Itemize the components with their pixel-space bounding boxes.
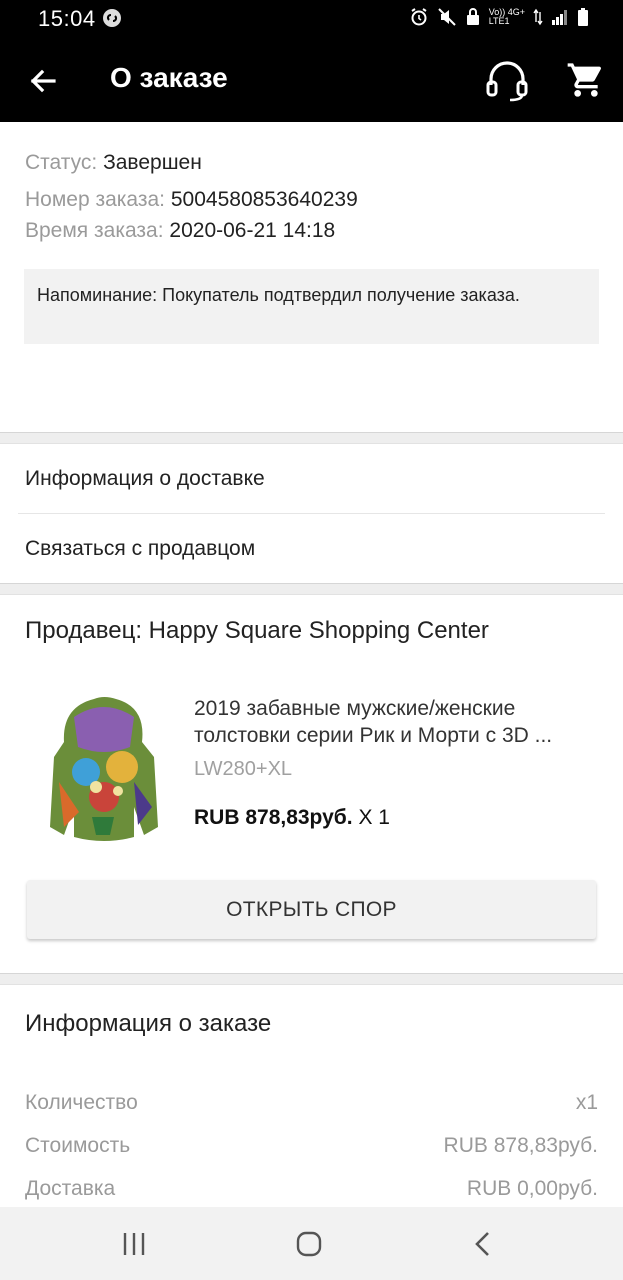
shazam-icon bbox=[102, 8, 122, 33]
page-title: О заказе bbox=[110, 62, 228, 93]
product-variant: LW280+XL bbox=[194, 758, 293, 780]
order-summary-section: Статус: Завершен Номер заказа: 500458085… bbox=[0, 122, 623, 432]
product-thumbnail[interactable] bbox=[34, 687, 176, 847]
cart-icon[interactable] bbox=[566, 60, 606, 100]
seller-section: Продавец: Happy Square Shopping Center 2… bbox=[0, 595, 623, 973]
back-arrow-icon[interactable] bbox=[26, 64, 60, 98]
product-name[interactable]: 2019 забавные мужские/женские толстовки … bbox=[194, 695, 594, 749]
section-divider bbox=[0, 583, 623, 595]
lock-data-icon bbox=[465, 7, 481, 27]
mute-icon bbox=[437, 7, 457, 27]
battery-icon bbox=[577, 7, 589, 27]
status-time: 15:04 bbox=[38, 6, 96, 31]
section-divider bbox=[0, 432, 623, 444]
order-info-row-shipping: Доставка RUB 0,00руб. bbox=[25, 1177, 598, 1201]
product-quantity: X 1 bbox=[358, 806, 390, 829]
recent-apps-icon[interactable] bbox=[119, 1229, 149, 1259]
data-arrows-icon bbox=[533, 8, 543, 26]
order-info-title: Информация о заказе bbox=[25, 1010, 272, 1037]
order-info-row-quantity: Количество x1 bbox=[25, 1091, 598, 1115]
order-time-value: 2020-06-21 14:18 bbox=[169, 219, 336, 242]
order-info-row-cost: Стоимость RUB 878,83руб. bbox=[25, 1134, 598, 1158]
order-status-line: Статус: Завершен bbox=[25, 151, 202, 175]
system-navigation-bar bbox=[0, 1207, 623, 1280]
delivery-info-link[interactable]: Информация о доставке bbox=[0, 444, 623, 513]
order-time-label: Время заказа: bbox=[25, 219, 164, 242]
section-divider bbox=[0, 973, 623, 985]
network-type-indicator: Vo)) 4G+ LTE1 bbox=[488, 7, 525, 26]
seller-title[interactable]: Продавец: Happy Square Shopping Center bbox=[25, 617, 489, 645]
order-info-value: RUB 878,83руб. bbox=[443, 1134, 598, 1157]
order-info-value: RUB 0,00руб. bbox=[466, 1177, 598, 1200]
contact-seller-link[interactable]: Связаться с продавцом bbox=[0, 514, 623, 583]
app-bar: О заказе bbox=[0, 38, 623, 122]
order-number-line: Номер заказа: 5004580853640239 bbox=[25, 188, 358, 212]
status-bar: 15:04 Vo)) 4G+ LTE1 bbox=[0, 0, 623, 38]
home-icon[interactable] bbox=[294, 1229, 324, 1259]
status-value: Завершен bbox=[103, 151, 202, 174]
order-info-label: Доставка bbox=[25, 1177, 116, 1200]
product-price: RUB 878,83руб. bbox=[194, 806, 353, 829]
order-time-line: Время заказа: 2020-06-21 14:18 bbox=[25, 219, 335, 243]
back-icon[interactable] bbox=[468, 1229, 498, 1259]
order-details-content: Статус: Завершен Номер заказа: 500458085… bbox=[0, 122, 623, 1225]
headset-support-icon[interactable] bbox=[484, 58, 530, 104]
order-info-value: x1 bbox=[575, 1091, 598, 1114]
order-number-label: Номер заказа: bbox=[25, 188, 166, 211]
signal-icon bbox=[551, 8, 569, 26]
order-info-label: Стоимость bbox=[25, 1134, 131, 1157]
status-label: Статус: bbox=[25, 151, 98, 174]
order-number-value: 5004580853640239 bbox=[170, 188, 358, 211]
alarm-icon bbox=[409, 7, 429, 27]
order-info-section: Информация о заказе Количество x1 Стоимо… bbox=[0, 985, 623, 1225]
order-info-label: Количество bbox=[25, 1091, 138, 1114]
product-price-line: RUB 878,83руб. X 1 bbox=[194, 806, 390, 830]
buyer-confirmed-reminder: Напоминание: Покупатель подтвердил получ… bbox=[24, 269, 599, 344]
open-dispute-button[interactable]: ОТКРЫТЬ СПОР bbox=[27, 880, 596, 939]
